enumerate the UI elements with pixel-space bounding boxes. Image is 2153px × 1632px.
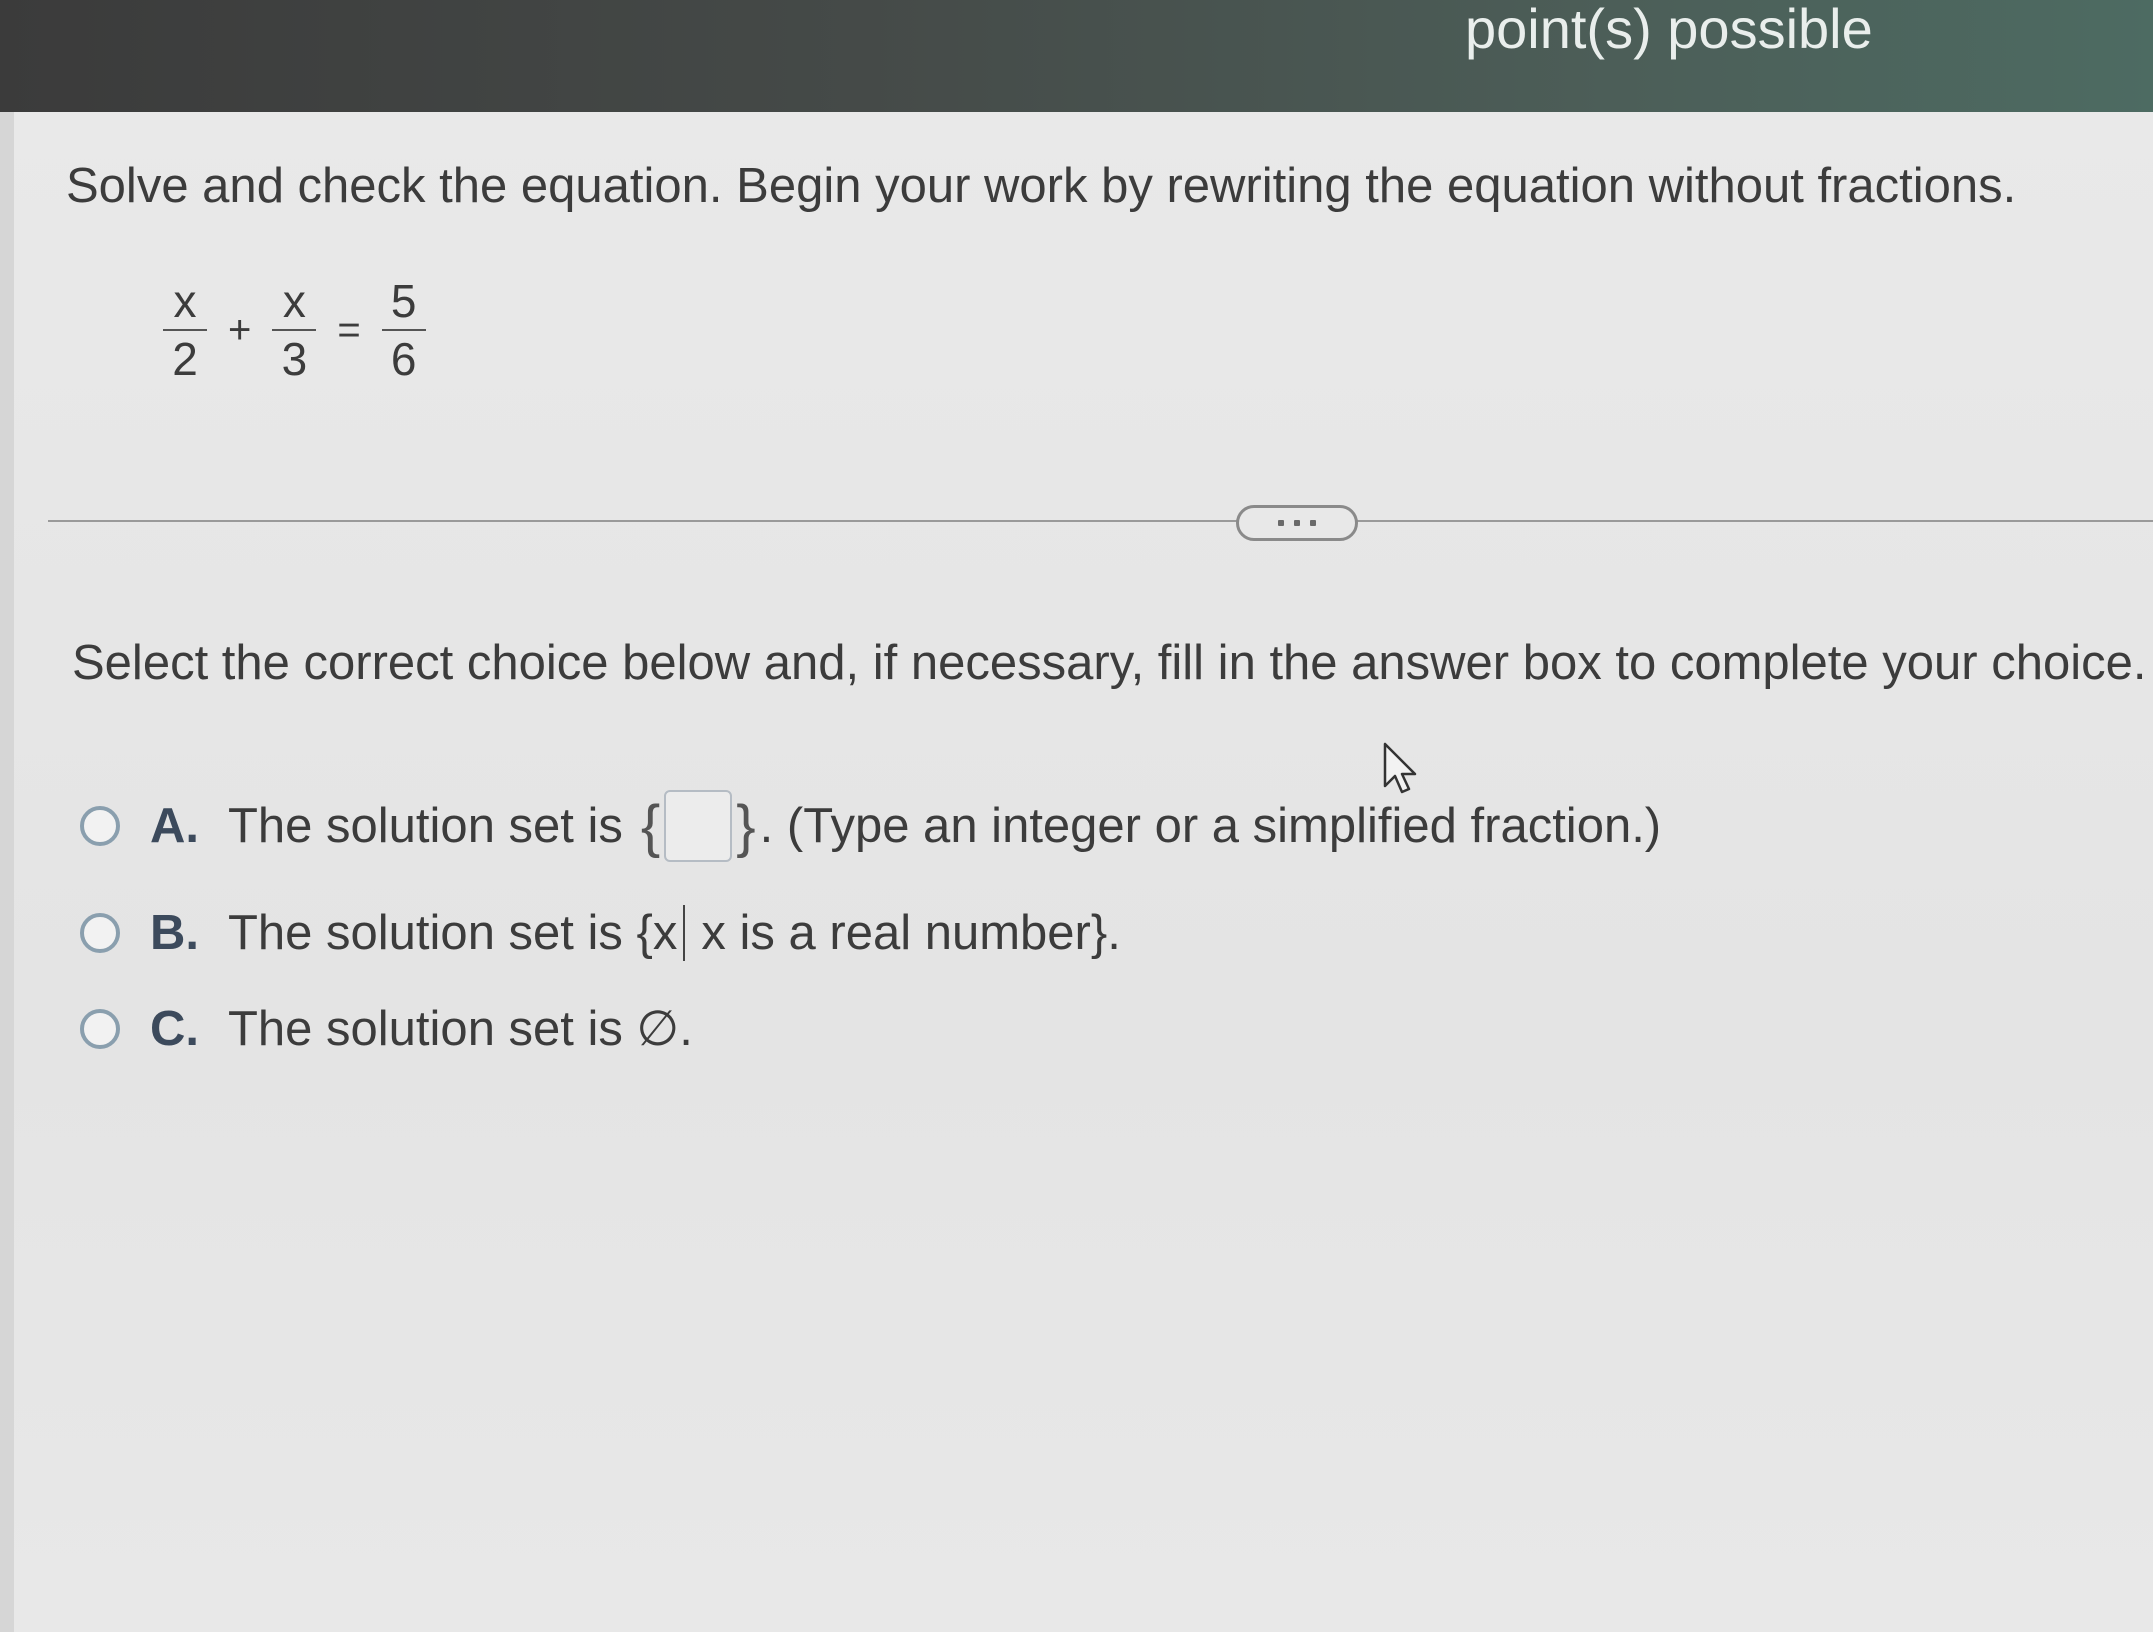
denominator: 6 xyxy=(390,333,417,385)
ellipsis-dot-icon xyxy=(1278,520,1284,526)
equals-operator: = xyxy=(337,307,361,352)
fraction-bar xyxy=(163,329,207,331)
problem-instruction: Solve and check the equation. Begin your… xyxy=(66,159,2017,213)
choice-b[interactable]: B. The solution set is {x x is a real nu… xyxy=(80,905,1121,961)
left-edge xyxy=(0,112,14,1632)
fraction-x-over-2: x 2 xyxy=(160,275,210,385)
choice-letter: A. xyxy=(150,799,199,853)
select-prompt: Select the correct choice below and, if … xyxy=(72,636,2147,690)
header-bar: point(s) possible xyxy=(0,0,2153,112)
mouse-pointer-icon xyxy=(1383,742,1417,794)
brace-open: { xyxy=(640,793,661,859)
choice-hint: . (Type an integer or a simplified fract… xyxy=(759,799,1662,853)
choice-c[interactable]: C. The solution set is ∅. xyxy=(80,1000,693,1057)
section-divider xyxy=(48,520,2153,522)
fraction-bar xyxy=(272,329,317,331)
set-builder-bar xyxy=(683,905,686,961)
ellipsis-dot-icon xyxy=(1294,520,1300,526)
answer-input-box[interactable] xyxy=(664,790,733,862)
brace-close: } xyxy=(736,793,756,859)
points-possible-label: point(s) possible xyxy=(1465,0,1873,60)
choice-letter: B. xyxy=(150,906,199,960)
numerator: x xyxy=(173,275,197,327)
equation: x 2 + x 3 = 5 6 xyxy=(160,275,429,385)
choice-letter: C. xyxy=(150,1001,199,1056)
denominator: 3 xyxy=(281,333,308,385)
radio-choice-c[interactable] xyxy=(80,1008,120,1049)
fraction-bar xyxy=(381,329,426,331)
choice-text: The solution set is ∅. xyxy=(228,1002,693,1056)
fraction-x-over-3: x 3 xyxy=(269,275,319,385)
choice-text: The solution set is xyxy=(228,799,623,853)
choice-a[interactable]: A. The solution set is { } . (Type an in… xyxy=(80,790,1661,862)
radio-choice-a[interactable] xyxy=(80,806,120,846)
numerator: x xyxy=(282,275,306,327)
numerator: 5 xyxy=(390,275,417,327)
denominator: 2 xyxy=(172,333,198,385)
choice-text: The solution set is {x xyxy=(228,906,678,960)
fraction-5-over-6: 5 6 xyxy=(379,275,429,385)
plus-operator: + xyxy=(228,307,252,352)
choice-text-after: x is a real number}. xyxy=(701,906,1121,960)
ellipsis-dot-icon xyxy=(1310,520,1316,526)
expand-more-button[interactable] xyxy=(1236,505,1358,541)
radio-choice-b[interactable] xyxy=(80,913,120,953)
